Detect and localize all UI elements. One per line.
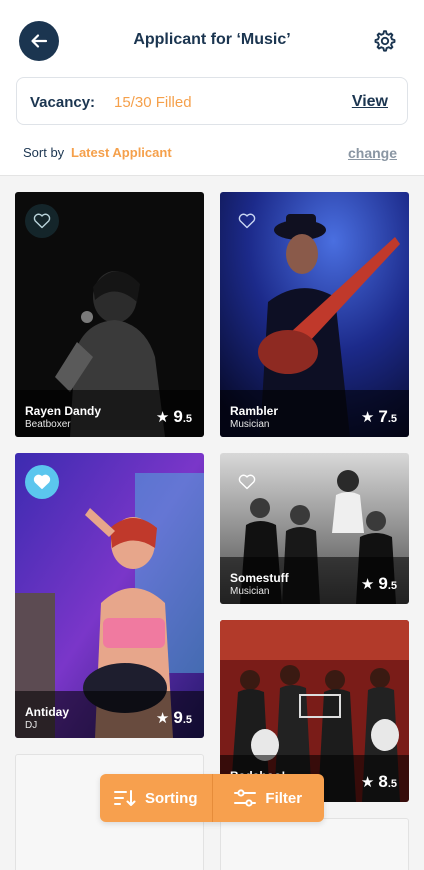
applicant-rating: ★ 9 .5 [155, 407, 192, 426]
sort-value: Latest Applicant [71, 145, 172, 160]
star-icon: ★ [360, 409, 375, 426]
vacancy-card: Vacancy: 15/30 Filled View [16, 77, 408, 125]
page-title: Applicant for ‘Music’ [133, 31, 291, 48]
top-bar: Applicant for ‘Music’ Vacancy: 15/30 Fil… [0, 0, 424, 176]
applicant-info: Rambler Musician ★ 7 .5 [220, 390, 409, 437]
applicant-rating: ★ 7 .5 [360, 407, 397, 426]
sorting-button[interactable]: Sorting [100, 774, 212, 822]
heart-icon [238, 474, 256, 490]
vacancy-label: Vacancy: [30, 94, 96, 111]
star-icon: ★ [360, 576, 375, 593]
applicant-rating: ★ 9 .5 [360, 574, 397, 593]
applicant-info: Rayen Dandy Beatboxer ★ 9 .5 [15, 390, 204, 437]
applicant-role: Musician [230, 419, 270, 430]
sort-filter-bar: Sorting Filter [100, 774, 324, 822]
applicant-card[interactable]: Rambler Musician ★ 7 .5 [220, 192, 409, 437]
applicant-card[interactable]: Somestuff Musician ★ 9 .5 [220, 453, 409, 604]
star-icon: ★ [155, 409, 170, 426]
applicant-name: Rambler [230, 404, 279, 418]
filter-label: Filter [265, 789, 303, 807]
vacancy-value: 15/30 Filled [114, 94, 192, 111]
applicant-role: DJ [25, 720, 38, 731]
placeholder-card [220, 818, 409, 870]
applicant-info: Somestuff Musician ★ 9 .5 [220, 557, 409, 604]
favorite-button[interactable] [230, 465, 264, 499]
applicant-name: Somestuff [230, 571, 289, 585]
applicant-card[interactable]: Antiday DJ ★ 9 .5 [15, 453, 204, 738]
gear-icon [374, 30, 396, 52]
applicant-info: Antiday DJ ★ 9 .5 [15, 691, 204, 738]
applicant-card[interactable]: Rayen Dandy Beatboxer ★ 9 .5 [15, 192, 204, 437]
sort-prefix: Sort by [23, 145, 65, 160]
star-icon: ★ [360, 774, 375, 791]
star-icon: ★ [155, 710, 170, 727]
applicant-name: Antiday [25, 705, 70, 719]
favorite-button[interactable] [25, 204, 59, 238]
applicant-role: Beatboxer [25, 419, 71, 430]
view-link[interactable]: View [352, 93, 388, 111]
heart-icon [33, 213, 51, 229]
change-sort-link[interactable]: change [348, 145, 397, 161]
favorite-button[interactable] [230, 204, 264, 238]
sorting-label: Sorting [145, 789, 198, 807]
favorite-button[interactable] [25, 465, 59, 499]
applicant-role: Musician [230, 586, 270, 597]
applicant-rating: ★ 9 .5 [155, 708, 192, 727]
filter-button[interactable]: Filter [213, 774, 325, 822]
filter-sliders-icon [234, 789, 257, 807]
applicant-rating: ★ 8 .5 [360, 772, 397, 791]
sort-icon [114, 790, 136, 806]
applicant-name: Rayen Dandy [25, 404, 102, 418]
heart-icon [238, 213, 256, 229]
heart-filled-icon [33, 474, 51, 490]
settings-button[interactable] [371, 27, 399, 55]
